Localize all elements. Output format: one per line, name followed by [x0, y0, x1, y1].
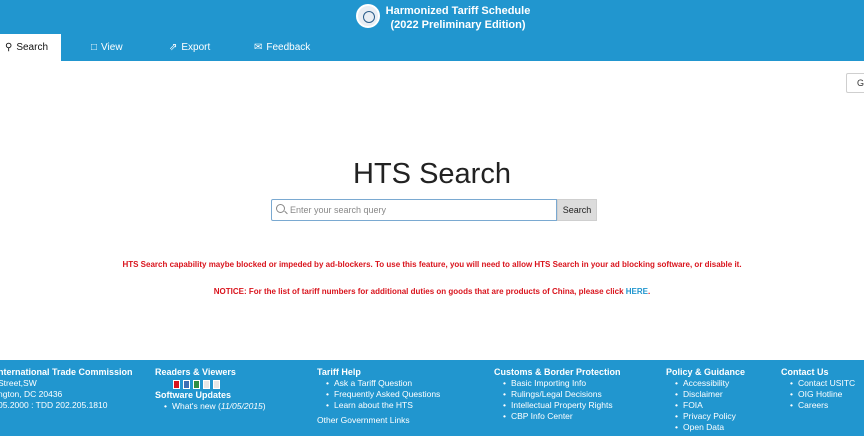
word-viewer-icon[interactable]	[183, 380, 190, 389]
footer-address-line: ngton, DC 20436	[0, 389, 63, 399]
excel-viewer-icon[interactable]	[193, 380, 200, 389]
search-button[interactable]: Search	[557, 199, 597, 221]
usitc-seal-icon	[356, 4, 380, 28]
document-icon: □	[91, 42, 98, 53]
footer-customs-list: Basic Importing Info Rulings/Legal Decis…	[494, 378, 621, 422]
search-input[interactable]	[271, 199, 557, 221]
footer-link[interactable]: Intellectual Property Rights	[494, 400, 621, 411]
site-title-line2: (2022 Preliminary Edition)	[390, 19, 526, 31]
whats-new-suffix: )	[262, 401, 266, 411]
search-icon: ⚲	[5, 42, 13, 53]
footer-link[interactable]: Basic Importing Info	[494, 378, 621, 389]
footer-link[interactable]: Open Data	[666, 422, 745, 433]
footer-link[interactable]: Ask a Tariff Question	[317, 378, 440, 389]
footer-link[interactable]: Careers	[781, 400, 855, 411]
whats-new-link[interactable]: What's new (11/05/2015)	[155, 401, 266, 412]
site-title: Harmonized Tariff Schedule (2022 Prelimi…	[385, 4, 531, 32]
whats-new-text: What's new (	[172, 401, 221, 411]
footer-commission-heading: nternational Trade Commission	[0, 367, 133, 377]
page-title: HTS Search	[353, 158, 511, 190]
footer-policy: Policy & Guidance Accessibility Disclaim…	[666, 367, 745, 433]
tab-export[interactable]: ⇗ Export	[169, 34, 210, 61]
powerpoint-viewer-icon[interactable]	[203, 380, 210, 389]
footer-customs-heading: Customs & Border Protection	[494, 367, 621, 377]
footer-link[interactable]: Accessibility	[666, 378, 745, 389]
tab-feedback[interactable]: ✉ Feedback	[254, 34, 310, 61]
footer-commission: nternational Trade Commission Street,SW …	[0, 367, 133, 411]
adblock-notice: HTS Search capability maybe blocked or i…	[122, 260, 742, 269]
china-here-link[interactable]: HERE	[626, 287, 648, 296]
footer-updates-heading: Software Updates	[155, 390, 232, 400]
other-government-links[interactable]: Other Government Links	[317, 415, 440, 426]
text-viewer-icon[interactable]	[213, 380, 220, 389]
footer-contact-list: Contact USITC OIG Hotline Careers	[781, 378, 855, 411]
site-header: Harmonized Tariff Schedule (2022 Prelimi…	[0, 0, 864, 34]
china-notice: NOTICE: For the list of tariff numbers f…	[0, 287, 864, 296]
footer-phone-line: 05.2000 : TDD 202.205.1810	[0, 400, 108, 410]
footer-policy-list: Accessibility Disclaimer FOIA Privacy Po…	[666, 378, 745, 433]
footer-link[interactable]: Rulings/Legal Decisions	[494, 389, 621, 400]
tab-export-label: Export	[181, 42, 211, 53]
footer-link[interactable]: Contact USITC	[781, 378, 855, 389]
footer-address-line: Street,SW	[0, 378, 37, 388]
footer-readers: Readers & Viewers Software Updates What'…	[155, 367, 266, 412]
footer-tariff-help-heading: Tariff Help	[317, 367, 361, 377]
corner-button[interactable]: G	[846, 73, 864, 93]
site-title-line1: Harmonized Tariff Schedule	[385, 5, 531, 17]
footer-contact: Contact Us Contact USITC OIG Hotline Car…	[781, 367, 855, 411]
footer-customs: Customs & Border Protection Basic Import…	[494, 367, 621, 422]
viewer-icons	[173, 379, 266, 390]
tab-search[interactable]: ⚲ Search	[0, 34, 61, 61]
search-field-icon	[276, 204, 285, 213]
chat-icon: ✉	[254, 42, 263, 53]
footer-policy-heading: Policy & Guidance	[666, 367, 746, 377]
main-nav: ⚲ Search □ View ⇗ Export ✉ Feedback	[0, 34, 864, 61]
footer-link[interactable]: Disclaimer	[666, 389, 745, 400]
whats-new-date: 11/05/2015	[220, 401, 263, 411]
footer-link[interactable]: Frequently Asked Questions	[317, 389, 440, 400]
footer-link[interactable]: Learn about the HTS	[317, 400, 440, 411]
tab-feedback-label: Feedback	[266, 42, 311, 53]
export-icon: ⇗	[169, 42, 178, 53]
footer-tariff-help: Tariff Help Ask a Tariff Question Freque…	[317, 367, 440, 426]
footer-readers-heading: Readers & Viewers	[155, 367, 236, 377]
footer-link[interactable]: CBP Info Center	[494, 411, 621, 422]
footer-contact-heading: Contact Us	[781, 367, 829, 377]
site-footer: nternational Trade Commission Street,SW …	[0, 360, 864, 436]
footer-link[interactable]: FOIA	[666, 400, 745, 411]
tab-view-label: View	[101, 42, 123, 53]
pdf-viewer-icon[interactable]	[173, 380, 180, 389]
china-notice-suffix: .	[648, 287, 651, 296]
footer-updates-list: What's new (11/05/2015)	[155, 401, 266, 412]
china-notice-text: NOTICE: For the list of tariff numbers f…	[213, 287, 626, 296]
search-bar: Search	[271, 199, 597, 221]
footer-link[interactable]: Privacy Policy	[666, 411, 745, 422]
tab-search-label: Search	[16, 42, 49, 53]
footer-link[interactable]: OIG Hotline	[781, 389, 855, 400]
footer-tariff-help-list: Ask a Tariff Question Frequently Asked Q…	[317, 378, 440, 411]
tab-view[interactable]: □ View	[91, 34, 123, 61]
